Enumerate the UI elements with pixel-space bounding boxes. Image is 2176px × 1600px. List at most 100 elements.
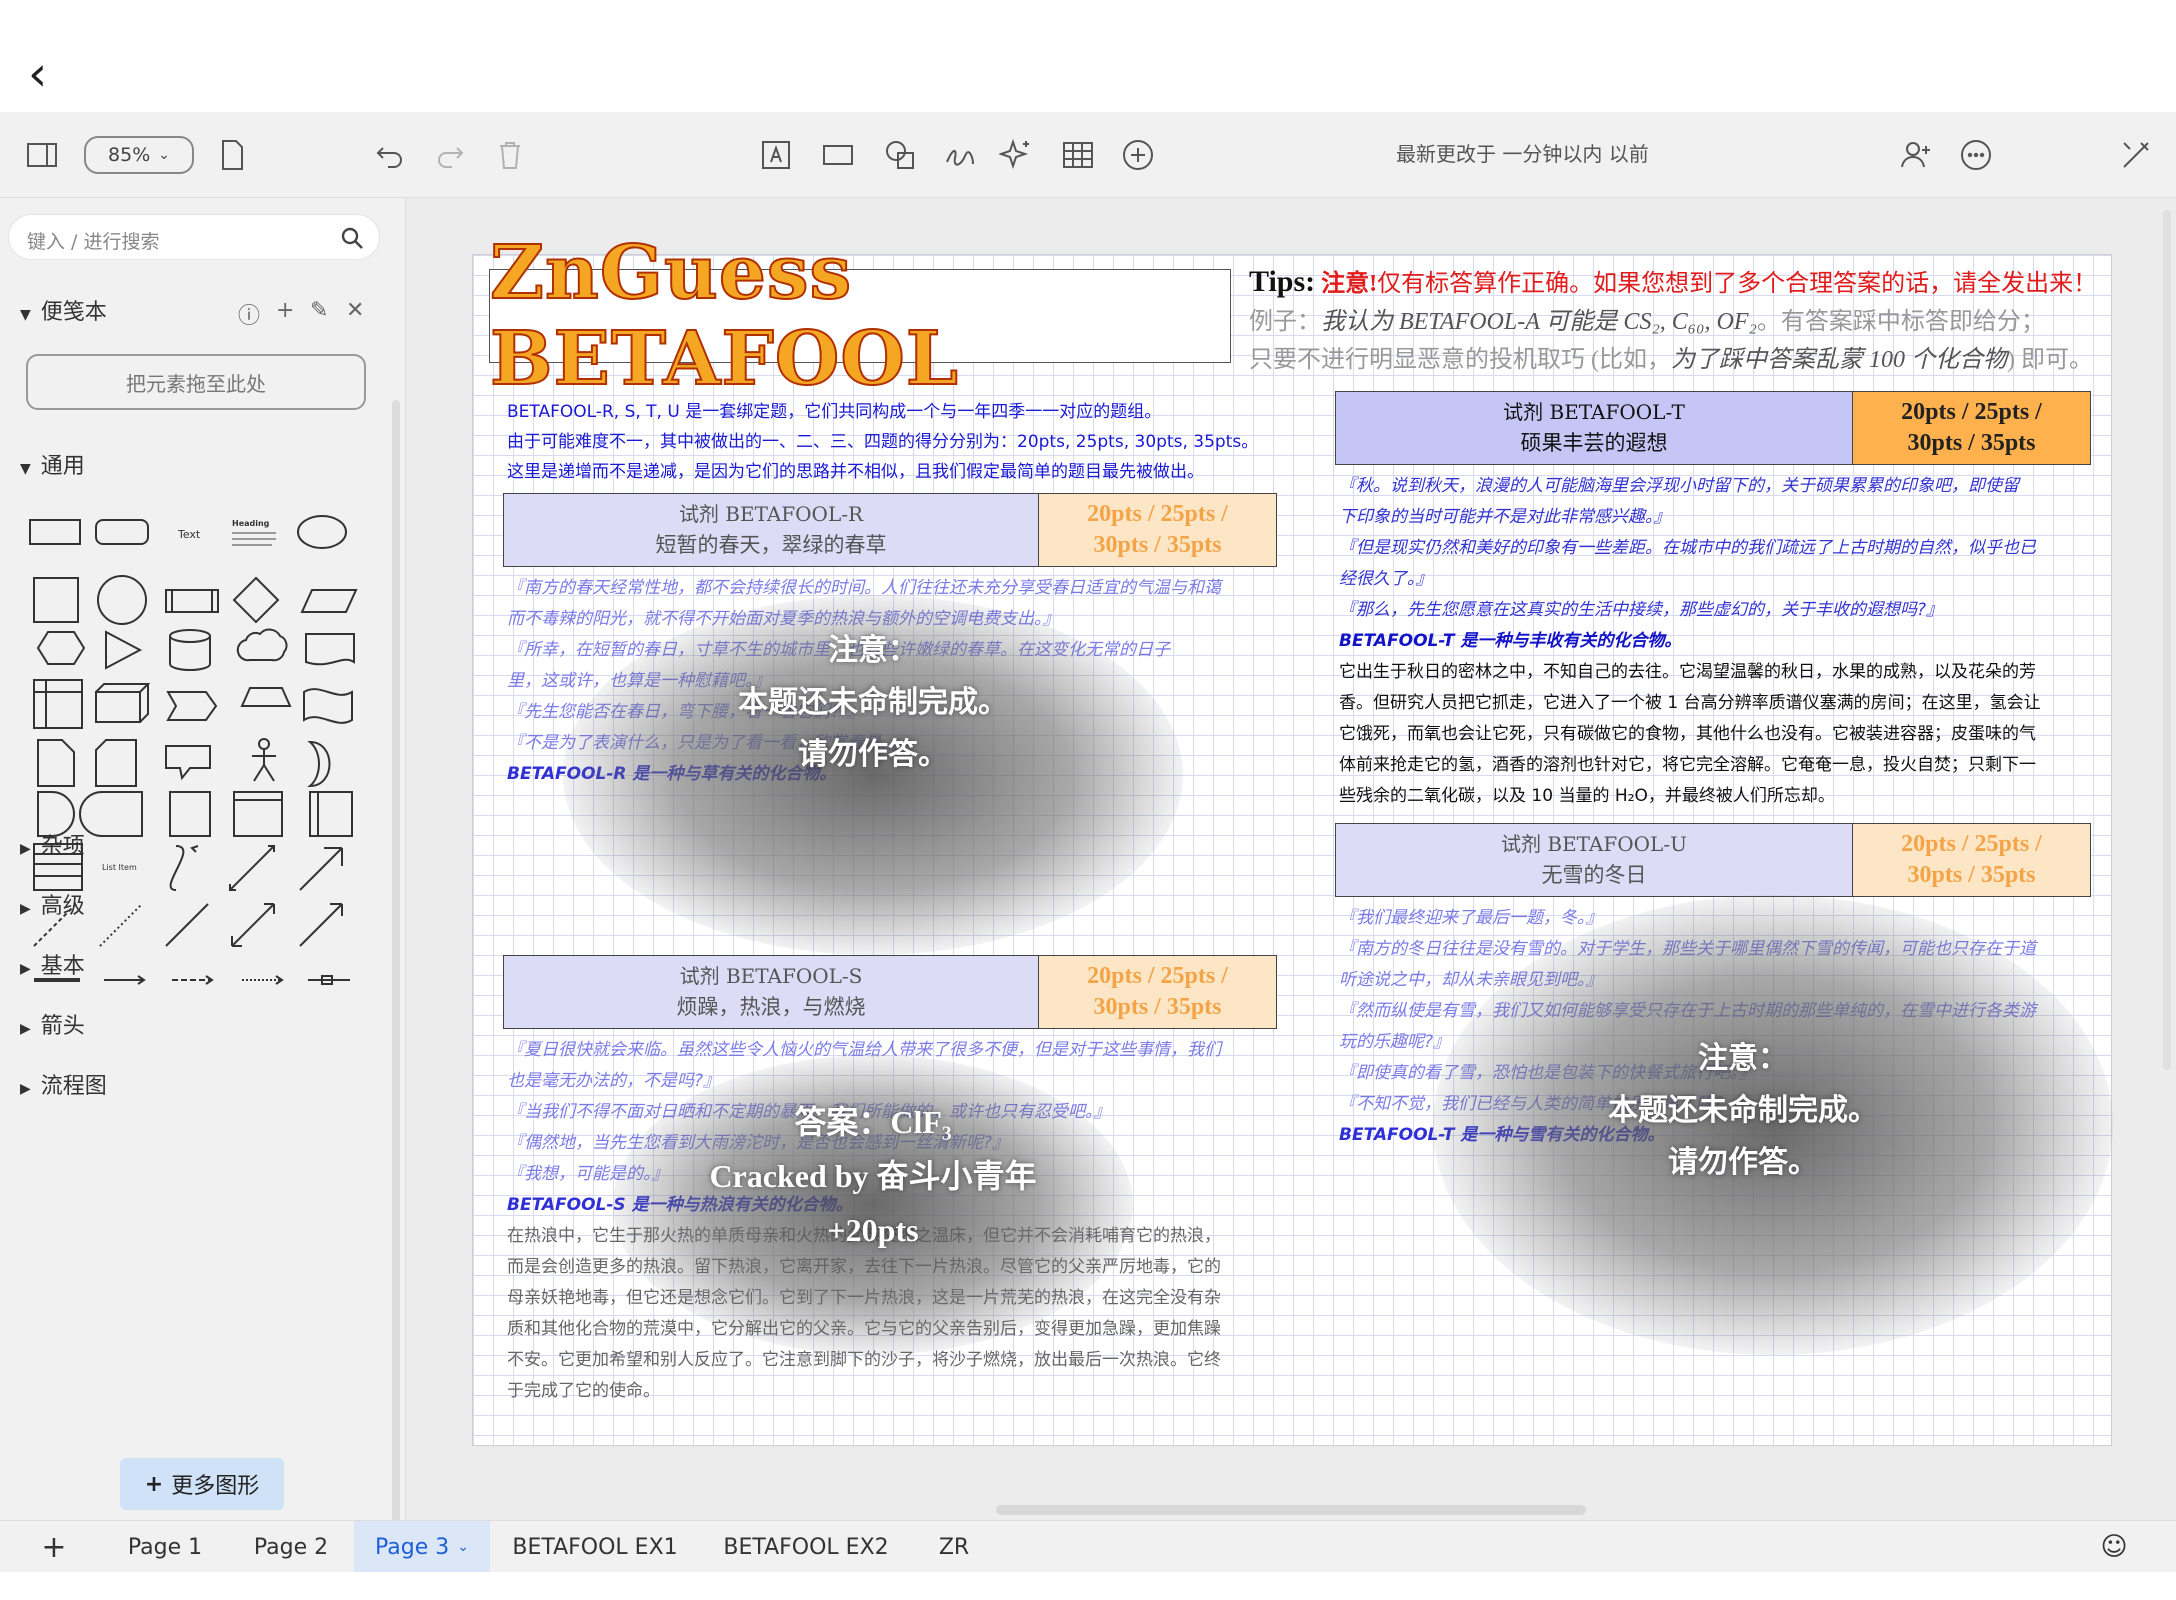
page-tabs: + Page 1 Page 2 Page 3 ⌄ BETAFOOL EX1 BET… [0, 1520, 2176, 1573]
general-section-header[interactable]: ▼ 通用 [20, 448, 85, 480]
diagram-page[interactable]: ZnGuess BETAFOOL Tips: 注意!仅有标答算作正确。如果您想到… [472, 229, 2113, 1446]
score-line: 30pts / 35pts [1093, 994, 1222, 1020]
tab-zr[interactable]: ZR [926, 1521, 982, 1573]
caret-right-icon: ▶ [20, 1081, 31, 1097]
tab-betafool-ex2[interactable]: BETAFOOL EX2 [716, 1521, 896, 1573]
reagent-u-subtitle: 无雪的冬日 [1541, 863, 1647, 887]
redo-icon[interactable] [430, 132, 470, 178]
story-line: 『然而纵使是有雪，我们又如何能够享受只存在于上古时期的那些单纯的，在雪中进行各类… [1339, 1001, 2036, 1021]
add-icon[interactable]: + [276, 298, 294, 323]
close-icon[interactable]: ✕ [346, 298, 364, 323]
tips-example-prefix: 例子： [1249, 309, 1321, 335]
advanced-section-header[interactable]: ▶ 高级 [20, 888, 85, 920]
edit-tools-icon[interactable] [2116, 132, 2156, 178]
reagent-t-title: 试剂 BETAFOOL-T [1503, 400, 1685, 424]
flowchart-section-header[interactable]: ▶ 流程图 [20, 1068, 107, 1100]
scratchpad-drop-zone[interactable]: 把元素拖至此处 [26, 354, 366, 410]
misc-section-header[interactable]: ▶ 杂项 [20, 828, 85, 860]
tab-page-1[interactable]: Page 1 [118, 1521, 212, 1573]
last-modified-text[interactable]: 最新更改于 一分钟以内 以前 [1396, 138, 1649, 167]
tips-example: 我认为 BETAFOOL-A 可能是 CS₂, C₆₀, OF₂ [1321, 309, 1757, 335]
shapes-tool-icon[interactable] [880, 132, 920, 178]
story-line: 听途说之中，却从未亲眼见到吧。』 [1339, 970, 1603, 990]
tips-example-suffix: 。有答案踩中标答即给分； [1756, 309, 2045, 335]
text-tool-icon[interactable] [756, 132, 796, 178]
reagent-s-header[interactable]: 试剂 BETAFOOL-S 烦躁，热浪，与燃烧 20pts / 25pts / 30… [503, 955, 1277, 1029]
story-body-line: 母亲妖艳地毒，但它还是想念它们。它到了下一片热浪，这是一片荒芜的热浪，在这完全没… [507, 1288, 1221, 1308]
reagent-r-header[interactable]: 试剂 BETAFOOL-R 短暂的春天，翠绿的春草 20pts / 25pts /… [503, 493, 1277, 567]
story-body-line: 它出生于秋日的密林之中，不知自己的去往。它渴望温馨的秋日，水果的成熟，以及花朵的… [1339, 662, 2036, 682]
notice-line: 本题还未命制完成。 [738, 685, 1008, 720]
reagent-u-header[interactable]: 试剂 BETAFOOL-U 无雪的冬日 20pts / 25pts / 30pts … [1335, 823, 2091, 897]
back-arrow-icon[interactable]: ‹ [28, 50, 68, 102]
canvas-horizontal-scrollbar[interactable] [996, 1505, 1586, 1515]
tips-notice-red: 注意! [1321, 271, 1378, 297]
reagent-t-header[interactable]: 试剂 BETAFOOL-T 硕果丰芸的遐想 20pts / 25pts / 30pt… [1335, 391, 2091, 465]
freehand-tool-icon[interactable] [940, 132, 980, 178]
edit-pencil-icon[interactable]: ✎ [310, 298, 328, 323]
score-line: 20pts / 25pts / [1087, 963, 1228, 989]
reagent-u-notice[interactable]: 注意： 本题还未命制完成。 请勿作答。 [1533, 1033, 1953, 1189]
search-icon[interactable] [339, 225, 365, 251]
reagent-r-notice[interactable]: 注意： 本题还未命制完成。 请勿作答。 [673, 625, 1073, 781]
delete-icon[interactable] [490, 132, 530, 178]
arrows-section-header[interactable]: ▶ 箭头 [20, 1008, 85, 1040]
story-body-line: 质和其他化合物的荒漠中，它分解出它的父亲。它与它的父亲告别后，变得更加急躁，更加… [507, 1319, 1221, 1339]
score-line: 30pts / 35pts [1907, 862, 2036, 888]
plus-icon: + [144, 1471, 164, 1497]
story-body-line: 不安。它更加希望和别人反应了。它注意到脚下的沙子，将沙子燃烧，放出最后一次热浪。… [507, 1350, 1221, 1370]
tab-page-3[interactable]: Page 3 ⌄ [354, 1521, 490, 1573]
zoom-select[interactable]: 85% ⌄ [84, 136, 194, 174]
intro-line: 由于可能难度不一，其中被做出的一、二、三、四题的得分分别为：20pts, 25p… [507, 432, 1259, 452]
scratchpad-header[interactable]: ▼ 便笺本 [20, 294, 107, 326]
reagent-s-title: 试剂 BETAFOOL-S [679, 964, 863, 988]
story-line: 『我们最终迎来了最后一题，冬。』 [1339, 908, 1603, 928]
tips-text[interactable]: Tips: 注意!仅有标答算作正确。如果您想到了多个合理答案的话，请全发出来！ … [1249, 263, 2109, 379]
tips-line3-prefix: 只要不进行明显恶意的投机取巧 (比如， [1249, 347, 1671, 373]
tips-line3-suffix: ) 即可。 [2007, 347, 2093, 373]
caret-right-icon: ▶ [20, 901, 31, 917]
intro-text[interactable]: BETAFOOL-R, S, T, U 是一套绑定题，它们共同构成一个与一年四季… [507, 397, 1277, 487]
reagent-s-answer[interactable]: 答案：ClF₃ Cracked by 奋斗小青年 +20pts [653, 1095, 1093, 1257]
notice-line: 注意： [1698, 1041, 1788, 1076]
toolbar: 85% ⌄ 最新更改于 一分钟以内 以前 [0, 112, 2176, 198]
rectangle-tool-icon[interactable] [818, 132, 858, 178]
story-line: 『南方的冬日往往是没有雪的。对于学生，那些关于哪里偶然下雪的传闻，可能也只存在于… [1339, 939, 2036, 959]
tab-page-2[interactable]: Page 2 [244, 1521, 338, 1573]
search-input[interactable]: 键入 / 进行搜索 [8, 214, 380, 260]
more-shapes-button[interactable]: + 更多图形 [120, 1458, 284, 1510]
share-user-icon[interactable] [1894, 132, 1938, 178]
tab-betafool-ex1[interactable]: BETAFOOL EX1 [506, 1521, 684, 1573]
basic-section-header[interactable]: ▶ 基本 [20, 948, 85, 980]
avatar-icon[interactable]: ☺ [2094, 1521, 2134, 1573]
story-line: 『但是现实仍然和美好的印象有一些差距。在城市中的我们疏远了上古时期的自然，似乎也… [1339, 538, 2036, 558]
title-logo[interactable]: ZnGuess BETAFOOL [489, 229, 1231, 403]
story-line: 『秋。说到秋天，浪漫的人可能脑海里会浮现小时留下的，关于硕果累累的印象吧，即使留 [1339, 476, 2019, 496]
ai-sparkle-icon[interactable] [996, 132, 1036, 178]
sidebar-scrollbar[interactable] [392, 400, 400, 1530]
canvas-vertical-scrollbar[interactable] [2163, 210, 2171, 1070]
caret-right-icon: ▶ [20, 961, 31, 977]
page-icon[interactable] [212, 132, 252, 178]
format-panel-toggle-icon[interactable] [22, 132, 62, 178]
basic-label: 基本 [40, 954, 85, 979]
intro-line: BETAFOOL-R, S, T, U 是一套绑定题，它们共同构成一个与一年四季… [507, 402, 1162, 422]
insert-plus-icon[interactable] [1118, 132, 1158, 178]
reagent-t-story[interactable]: 『秋。说到秋天，浪漫的人可能脑海里会浮现小时留下的，关于硕果累累的印象吧，即使留… [1339, 471, 2099, 812]
score-line: 30pts / 35pts [1093, 532, 1222, 558]
answer-line: Cracked by 奋斗小青年 [709, 1158, 1037, 1194]
notice-line: 注意： [828, 633, 918, 668]
chevron-down-icon: ⌄ [457, 1539, 469, 1555]
general-label: 通用 [40, 454, 85, 479]
story-body-line: 些残余的二氧化碳，以及 10 当量的 H₂O，并最终被人们所忘却。 [1339, 786, 1835, 806]
undo-icon[interactable] [370, 132, 410, 178]
table-tool-icon[interactable] [1058, 132, 1098, 178]
help-icon[interactable]: ⓘ [238, 298, 260, 330]
add-page-button[interactable]: + [30, 1521, 78, 1573]
reagent-r-title: 试剂 BETAFOOL-R [678, 502, 864, 526]
caret-right-icon: ▶ [20, 841, 31, 857]
more-options-icon[interactable] [1956, 132, 1996, 178]
story-line: 『南方的春天经常性地，都不会持续很长的时间。人们往往还未充分享受春日适宜的气温与… [507, 578, 1221, 598]
text-shape-label: Text [177, 528, 201, 541]
tips-line3-italic: 为了踩中答案乱蒙 100 个化合物 [1671, 347, 2007, 373]
